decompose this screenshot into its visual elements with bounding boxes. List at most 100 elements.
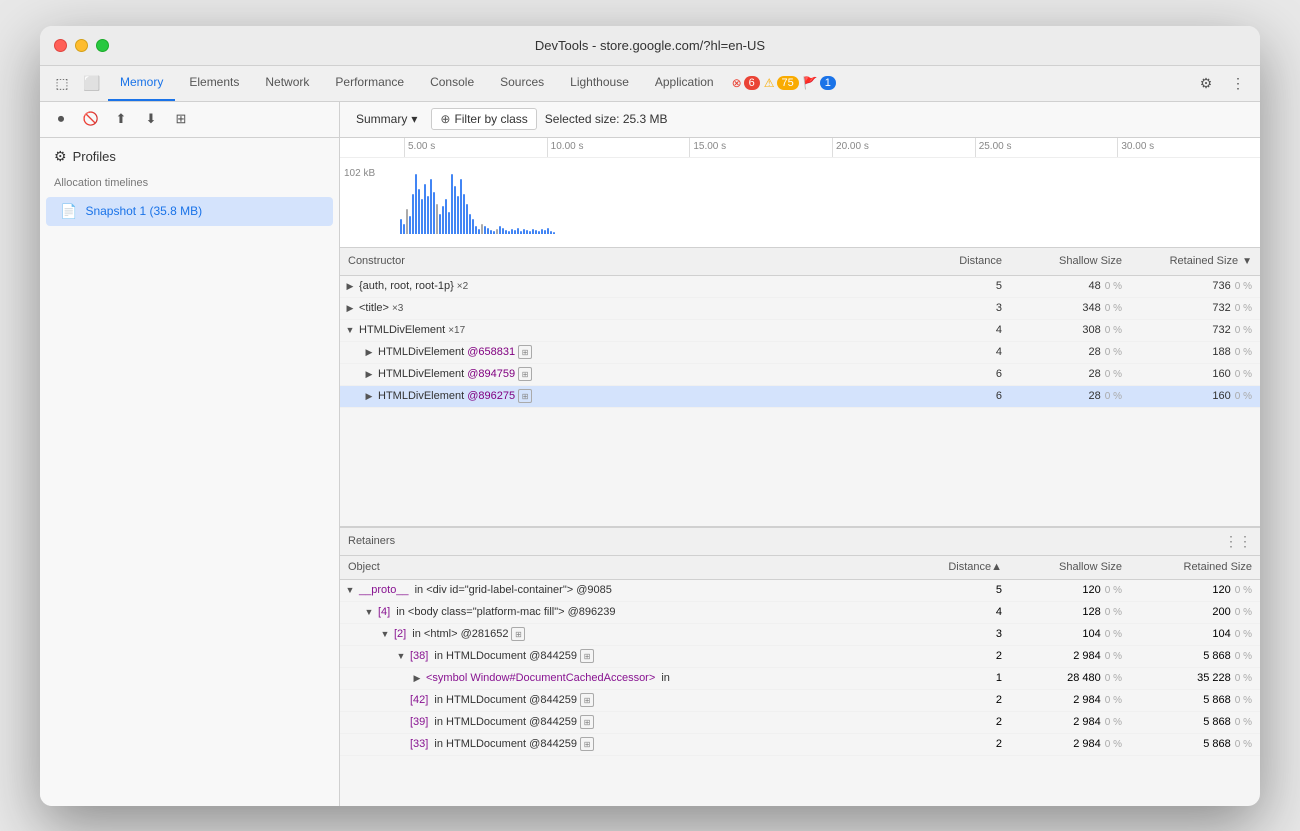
chart-bar[interactable]	[448, 212, 450, 234]
chart-bar[interactable]	[469, 214, 471, 234]
tab-sources[interactable]: Sources	[488, 65, 556, 101]
chart-bar[interactable]	[475, 226, 477, 234]
expand-icon[interactable]: ▶	[363, 346, 375, 358]
chart-bar[interactable]	[424, 184, 426, 234]
maximize-button[interactable]	[96, 39, 109, 52]
table-row[interactable]: ▶ HTMLDivElement @658831 ⊞ 4 280 % 1880 …	[340, 342, 1260, 364]
chart-bar[interactable]	[505, 230, 507, 234]
link-icon[interactable]: ⊞	[518, 345, 532, 359]
link-icon[interactable]: ⊞	[580, 715, 594, 729]
link-icon[interactable]: ⊞	[580, 693, 594, 707]
chart-bar[interactable]	[415, 174, 417, 234]
chart-bar[interactable]	[460, 179, 462, 234]
tab-performance[interactable]: Performance	[323, 65, 416, 101]
expand-icon[interactable]: ▼	[395, 650, 407, 662]
upload-button[interactable]: ⬆	[108, 106, 134, 132]
chart-bar[interactable]	[439, 214, 441, 234]
chart-bar[interactable]	[526, 230, 528, 234]
chart-bar[interactable]	[454, 186, 456, 234]
chart-bar[interactable]	[445, 199, 447, 234]
snapshot-item[interactable]: 📄 Snapshot 1 (35.8 MB)	[46, 197, 333, 226]
chart-bar[interactable]	[427, 196, 429, 234]
chart-bar[interactable]	[400, 219, 402, 234]
table-row[interactable]: ▶ <title> ×3 3 3480 % 7320 %	[340, 298, 1260, 320]
more-icon[interactable]: ⋮	[1224, 69, 1252, 97]
chart-bar[interactable]	[553, 232, 555, 234]
chart-bar[interactable]	[412, 194, 414, 234]
chart-bar[interactable]	[409, 216, 411, 234]
chart-bar[interactable]	[511, 229, 513, 234]
ret-col-distance-header[interactable]: Distance▲	[930, 561, 1010, 573]
chart-bar[interactable]	[523, 229, 525, 234]
tab-memory[interactable]: Memory	[108, 65, 175, 101]
chart-bar[interactable]	[493, 231, 495, 234]
profiles-settings-icon[interactable]: ⊞	[168, 106, 194, 132]
chart-bar[interactable]	[418, 189, 420, 234]
chart-bar[interactable]	[541, 229, 543, 234]
link-icon[interactable]: ⊞	[511, 627, 525, 641]
tab-elements[interactable]: Elements	[177, 65, 251, 101]
expand-icon[interactable]: ▶	[344, 302, 356, 314]
expand-icon[interactable]: ▶	[344, 280, 356, 292]
timeline-area[interactable]: 5.00 s 10.00 s 15.00 s 20.00 s 25.00 s 3…	[340, 138, 1260, 248]
chart-bar[interactable]	[517, 228, 519, 234]
chart-bar[interactable]	[490, 230, 492, 234]
chart-bar[interactable]	[403, 224, 405, 234]
record-button[interactable]: ⏺	[48, 106, 74, 132]
retainer-row[interactable]: [42] in HTMLDocument @844259 ⊞ 2 2 9840 …	[340, 690, 1260, 712]
chart-bar[interactable]	[451, 174, 453, 234]
col-shallow-header[interactable]: Shallow Size	[1010, 255, 1130, 267]
chart-bar[interactable]	[532, 229, 534, 234]
table-row[interactable]: ▼ HTMLDivElement ×17 4 3080 % 7320 %	[340, 320, 1260, 342]
expand-icon[interactable]: ▼	[344, 584, 356, 596]
retainer-row[interactable]: ▼ __proto__ in <div id="grid-label-conta…	[340, 580, 1260, 602]
table-row-selected[interactable]: ▶ HTMLDivElement @896275 ⊞ 6 280 % 1600 …	[340, 386, 1260, 408]
chart-bar[interactable]	[421, 199, 423, 234]
filter-by-class-button[interactable]: ⊕ Filter by class	[431, 108, 536, 130]
chart-bar[interactable]	[514, 230, 516, 234]
link-icon[interactable]: ⊞	[518, 389, 532, 403]
profiles-settings-small-icon[interactable]: ⚙	[54, 148, 67, 165]
link-icon[interactable]: ⊞	[580, 737, 594, 751]
close-button[interactable]	[54, 39, 67, 52]
chart-bar[interactable]	[430, 179, 432, 234]
summary-dropdown[interactable]: Summary ▾	[350, 109, 423, 129]
chart-bar[interactable]	[463, 194, 465, 234]
chart-bar[interactable]	[466, 204, 468, 234]
chart-bar[interactable]	[442, 206, 444, 234]
chart-bar[interactable]	[499, 226, 501, 234]
retainer-row[interactable]: [33] in HTMLDocument @844259 ⊞ 2 2 9840 …	[340, 734, 1260, 756]
chart-bar[interactable]	[538, 231, 540, 234]
tab-lighthouse[interactable]: Lighthouse	[558, 65, 641, 101]
retainer-row[interactable]: ▼ [38] in HTMLDocument @844259 ⊞ 2 2 984…	[340, 646, 1260, 668]
retainer-row[interactable]: ▶ <symbol Window#DocumentCachedAccessor>…	[340, 668, 1260, 690]
chart-bar[interactable]	[508, 231, 510, 234]
retainers-menu-icon[interactable]: ⋮⋮	[1224, 533, 1252, 550]
link-icon[interactable]: ⊞	[580, 649, 594, 663]
tab-application[interactable]: Application	[643, 65, 726, 101]
tab-network[interactable]: Network	[253, 65, 321, 101]
chart-bar[interactable]	[550, 231, 552, 234]
chart-bar[interactable]	[457, 196, 459, 234]
cursor-icon[interactable]: ⬚	[48, 69, 76, 97]
clear-button[interactable]: 🚫	[78, 106, 104, 132]
chart-bar[interactable]	[406, 209, 408, 234]
ret-col-object-header[interactable]: Object	[340, 561, 930, 573]
chart-bar[interactable]	[487, 228, 489, 234]
retainer-row[interactable]: ▼ [4] in <body class="platform-mac fill"…	[340, 602, 1260, 624]
expand-icon[interactable]: ▶	[411, 672, 423, 684]
chart-bar[interactable]	[478, 229, 480, 234]
chart-bar[interactable]	[544, 230, 546, 234]
chart-bar[interactable]	[472, 219, 474, 234]
chart-bar[interactable]	[520, 231, 522, 234]
retainer-row[interactable]: ▼ [2] in <html> @281652 ⊞ 3 1040 % 1040 …	[340, 624, 1260, 646]
col-distance-header[interactable]: Distance	[930, 255, 1010, 267]
chart-bars[interactable]	[400, 158, 1260, 238]
chart-bar[interactable]	[481, 224, 483, 234]
expand-icon[interactable]: ▼	[363, 606, 375, 618]
ret-col-shallow-header[interactable]: Shallow Size	[1010, 561, 1130, 573]
table-row[interactable]: ▶ HTMLDivElement @894759 ⊞ 6 280 % 1600 …	[340, 364, 1260, 386]
expand-icon[interactable]: ▼	[344, 324, 356, 336]
inspect-icon[interactable]: ⬜	[78, 69, 106, 97]
download-button[interactable]: ⬇	[138, 106, 164, 132]
